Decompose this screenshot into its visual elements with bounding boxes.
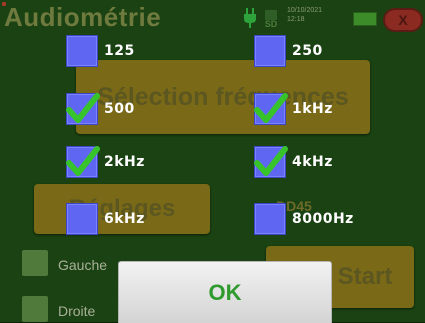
frequency-checkbox[interactable] xyxy=(66,35,98,67)
frequency-option-4khz[interactable]: 4kHz xyxy=(254,146,333,178)
frequency-checkbox[interactable] xyxy=(254,146,288,178)
checkmark-icon xyxy=(66,93,100,123)
checkmark-icon xyxy=(66,146,100,176)
frequency-label: 2kHz xyxy=(104,154,145,170)
sd-label: SD xyxy=(264,19,278,29)
right-ear-label: Droite xyxy=(58,303,96,319)
left-ear-label: Gauche xyxy=(58,257,108,273)
frequency-checkbox[interactable] xyxy=(254,93,288,125)
frequency-checkbox[interactable] xyxy=(254,35,286,67)
ok-button[interactable]: OK xyxy=(118,261,332,323)
frequency-label: 8000Hz xyxy=(292,211,354,227)
frequency-option-8000hz[interactable]: 8000Hz xyxy=(254,203,354,235)
date-text: 10/10/2021 xyxy=(287,7,323,14)
left-ear-checkbox xyxy=(22,250,48,276)
frequency-checkbox[interactable] xyxy=(66,203,98,235)
close-button[interactable]: X xyxy=(383,8,423,32)
frequency-checkbox[interactable] xyxy=(66,146,100,178)
battery-icon xyxy=(353,12,377,26)
sd-card-icon: SD xyxy=(263,10,279,29)
frequency-label: 500 xyxy=(104,101,135,117)
frequency-option-1khz[interactable]: 1kHz xyxy=(254,93,333,125)
frequency-label: 4kHz xyxy=(292,154,333,170)
right-ear-checkbox xyxy=(22,296,48,322)
frequency-option-2khz[interactable]: 2kHz xyxy=(66,146,145,178)
frequency-option-250[interactable]: 250 xyxy=(254,35,323,67)
frequency-label: 1kHz xyxy=(292,101,333,117)
time-text: 12:18 xyxy=(287,16,305,23)
power-plug-icon xyxy=(244,8,256,28)
frequency-checkbox[interactable] xyxy=(66,93,100,125)
clock: 10/10/2021 12:18 xyxy=(287,6,322,24)
frequency-option-6khz[interactable]: 6kHz xyxy=(66,203,145,235)
frequency-checkbox[interactable] xyxy=(254,203,286,235)
frequency-label: 250 xyxy=(292,43,323,59)
frequency-label: 125 xyxy=(104,43,135,59)
frequency-label: 6kHz xyxy=(104,211,145,227)
frequency-option-500[interactable]: 500 xyxy=(66,93,135,125)
checkmark-icon xyxy=(254,146,288,176)
status-bar: SD 10/10/2021 12:18 X xyxy=(243,4,423,32)
page-title: Audiométrie xyxy=(4,2,162,32)
frequency-option-125[interactable]: 125 xyxy=(66,35,135,67)
checkmark-icon xyxy=(254,93,288,123)
